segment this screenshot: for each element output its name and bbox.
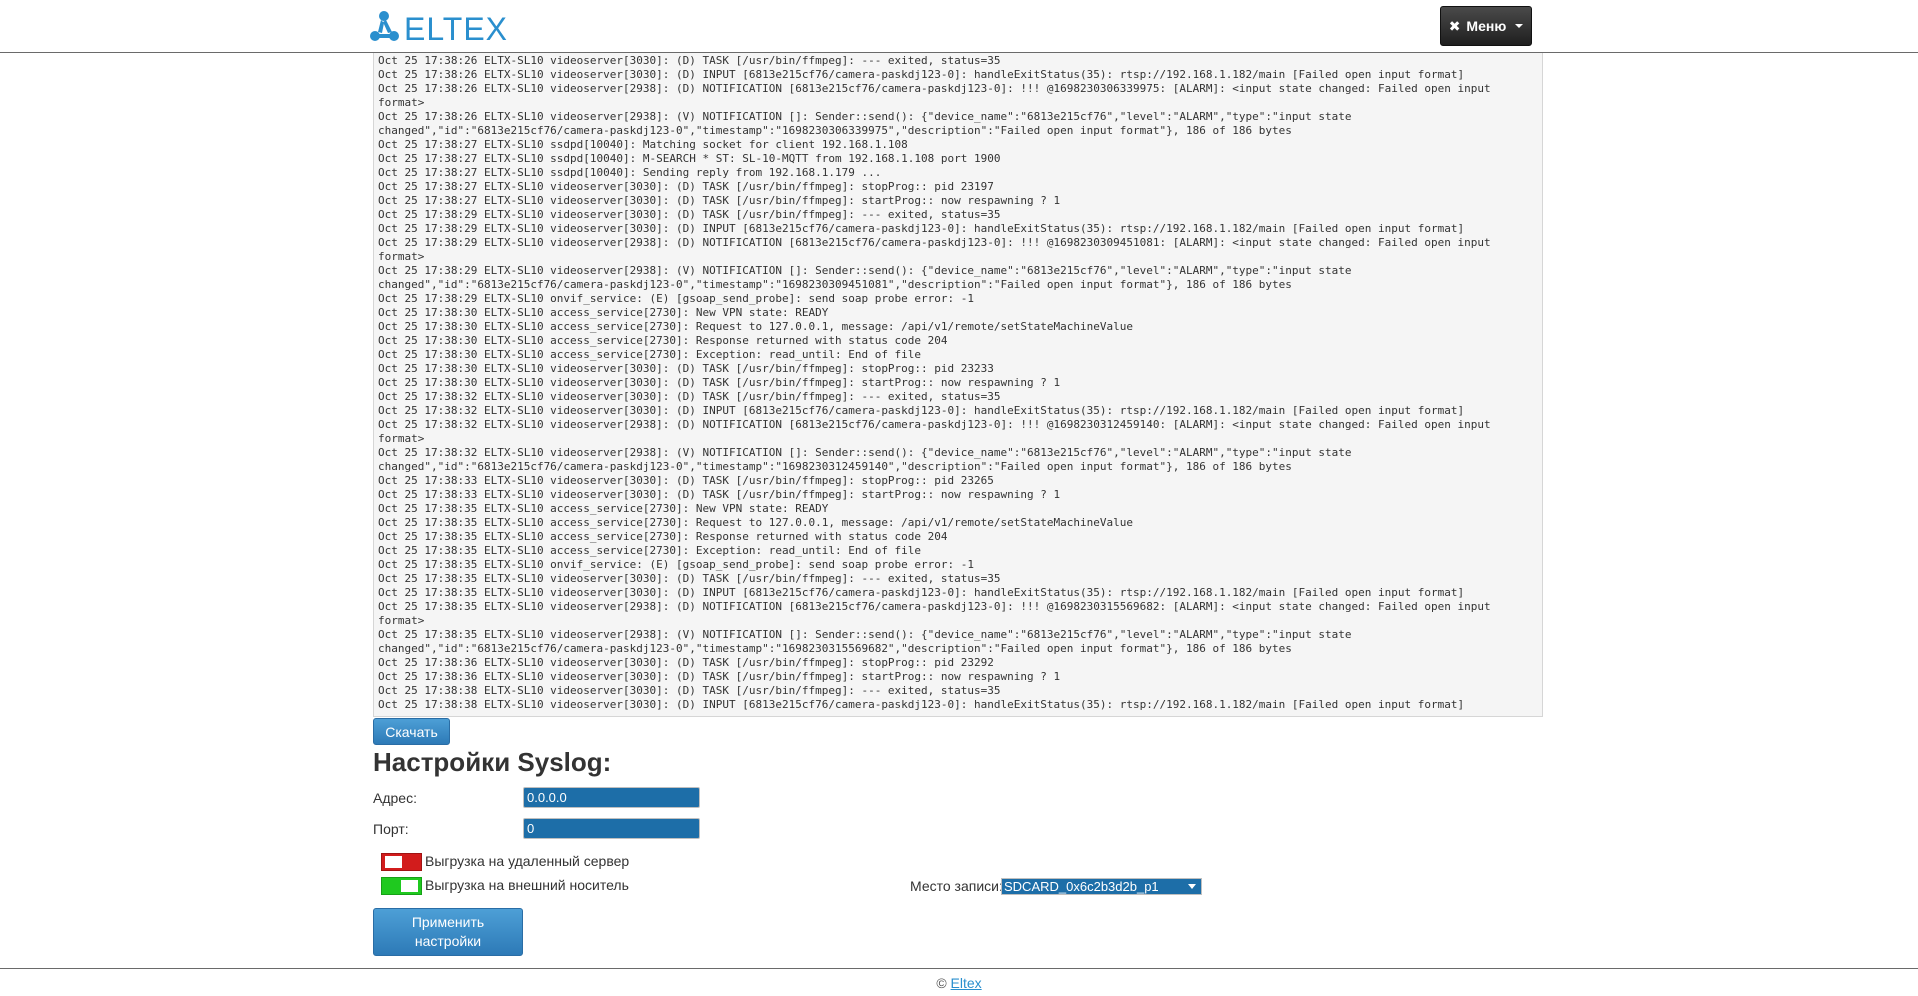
log-text: Oct 25 17:38:26 ELTX-SL10 videoserver[30… <box>378 54 1491 711</box>
copyright-symbol: © <box>936 975 947 991</box>
syslog-log-viewer[interactable]: Oct 25 17:38:26 ELTX-SL10 videoserver[30… <box>373 53 1543 717</box>
menu-button[interactable]: ✖ Меню <box>1440 6 1532 46</box>
address-input[interactable] <box>523 787 700 808</box>
remote-upload-toggle[interactable] <box>381 853 422 871</box>
toggle-knob <box>401 880 418 892</box>
syslog-settings-title: Настройки Syslog: <box>373 747 612 777</box>
external-upload-toggle[interactable] <box>381 877 422 895</box>
storage-location-select[interactable]: SDCARD_0x6c2b3d2b_p1 <box>1001 878 1202 895</box>
chevron-down-icon <box>1188 884 1196 889</box>
port-input[interactable] <box>523 818 700 839</box>
logo-text: ELTEX <box>404 11 508 45</box>
storage-location-label: Место записи: <box>910 878 1003 894</box>
menu-label: Меню <box>1466 18 1507 34</box>
port-label: Порт: <box>373 821 409 837</box>
wrench-screwdriver-icon: ✖ <box>1448 17 1461 34</box>
download-button[interactable]: Скачать <box>373 718 450 745</box>
caret-down-icon <box>1515 24 1524 28</box>
footer: © Eltex <box>0 968 1918 991</box>
external-upload-label: Выгрузка на внешний носитель <box>425 877 629 893</box>
remote-upload-label: Выгрузка на удаленный сервер <box>425 853 630 869</box>
apply-settings-button[interactable]: Применить настройки <box>373 908 523 956</box>
address-label: Адрес: <box>373 790 417 806</box>
top-navbar: ELTEX ✖ Меню <box>0 0 1918 53</box>
storage-location-value: SDCARD_0x6c2b3d2b_p1 <box>1004 879 1159 894</box>
toggle-knob <box>385 856 402 868</box>
eltex-footer-link[interactable]: Eltex <box>951 975 982 991</box>
eltex-logo[interactable]: ELTEX <box>370 9 522 45</box>
